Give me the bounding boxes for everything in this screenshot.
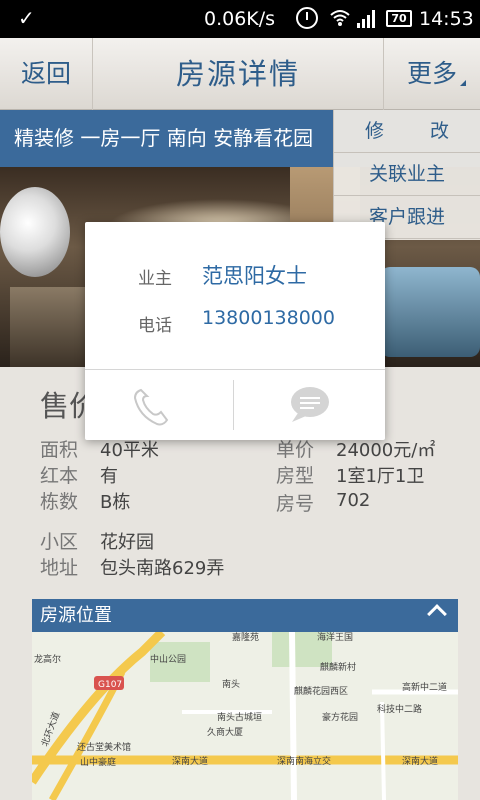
back-button[interactable]: 返回 — [0, 38, 93, 110]
address-label: 地址 — [40, 557, 79, 579]
phone-icon — [133, 388, 169, 426]
phone-number: 13800138000 — [202, 307, 335, 329]
location-map[interactable]: G107 嘉隆苑 海洋王国 中山公园 麒麟新村 南头 麒麟花园西区 高新中二道 … — [32, 632, 458, 800]
call-button[interactable] — [85, 370, 233, 440]
map-label-shennan-avenue: 深南大道 — [172, 755, 208, 767]
menu-item-edit[interactable]: 修 改 — [334, 110, 480, 153]
map-label-shennan-nanhai: 深南南海立交 — [277, 755, 331, 767]
status-bar: ✓ 0.06K/s 70 14:53 — [0, 0, 480, 38]
layout-label: 房型 — [276, 465, 315, 487]
chevron-up-icon[interactable] — [427, 604, 447, 624]
map-label-jiushang: 久商大厦 — [207, 726, 243, 738]
contact-popup: 业主 范思阳女士 电话 13800138000 — [85, 222, 385, 440]
building-value: B栋 — [100, 492, 131, 513]
more-menu: 修 改 关联业主 客户跟进 — [333, 110, 480, 240]
map-label-haofang: 豪方花园 — [322, 711, 358, 723]
photo-decor-chair — [380, 267, 480, 357]
map-label-gaoxin-road: 高新中二道 — [402, 681, 447, 693]
clock: 14:53 — [419, 8, 474, 30]
battery-icon: 70 — [386, 10, 412, 27]
photo-decor-lamp — [0, 187, 70, 277]
red-book-label: 红本 — [40, 465, 79, 487]
title-bar: 返回 房源详情 更多 — [0, 38, 480, 110]
map-label-ancient-wall: 南头古城垣 — [217, 711, 262, 723]
map-label-jialongyuan: 嘉隆苑 — [232, 632, 259, 643]
menu-item-link-owner[interactable]: 关联业主 — [334, 153, 480, 196]
signal-icon — [357, 10, 375, 28]
map-label-art-museum: 还古堂美术馆 — [77, 741, 131, 753]
map-label-shanzhong: 山中豪庭 — [80, 756, 116, 768]
owner-label: 业主 — [138, 269, 172, 289]
map-canvas: G107 嘉隆苑 海洋王国 中山公园 麒麟新村 南头 麒麟花园西区 高新中二道 … — [32, 632, 458, 800]
map-label-golf: 龙高尔 — [34, 653, 61, 665]
map-label-nantou: 南头 — [222, 678, 240, 690]
dropdown-triangle-icon — [460, 80, 466, 86]
layout-value: 1室1厅1卫 — [336, 466, 425, 487]
map-label-ocean-kingdom: 海洋王国 — [317, 632, 353, 643]
address-value: 包头南路629弄 — [100, 558, 225, 579]
more-button[interactable]: 更多 — [383, 38, 480, 110]
page-title: 房源详情 — [175, 57, 300, 91]
red-book-value: 有 — [100, 466, 118, 487]
map-label-shennan-east: 深南大道 — [402, 755, 438, 767]
community-label: 小区 — [40, 531, 79, 553]
message-button[interactable] — [234, 370, 385, 440]
map-label-road-code: G107 — [98, 680, 122, 690]
check-icon: ✓ — [18, 6, 35, 30]
room-value: 702 — [336, 490, 371, 511]
message-icon — [291, 387, 329, 422]
area-label: 面积 — [40, 439, 79, 461]
room-label: 房号 — [276, 493, 315, 515]
map-label-zhongshan-park: 中山公园 — [150, 653, 186, 665]
map-label-keji-road: 科技中二路 — [377, 703, 422, 715]
location-section-header[interactable]: 房源位置 — [32, 599, 458, 632]
phone-label: 电话 — [138, 316, 172, 336]
wifi-icon — [330, 10, 350, 26]
community-value: 花好园 — [100, 532, 154, 553]
owner-name: 范思阳女士 — [202, 264, 307, 288]
more-label: 更多 — [406, 59, 457, 88]
location-title: 房源位置 — [40, 605, 112, 626]
map-label-qilin-west: 麒麟花园西区 — [294, 685, 348, 697]
network-speed: 0.06K/s — [204, 8, 276, 30]
map-label-qilin-village: 麒麟新村 — [320, 661, 356, 673]
building-label: 栋数 — [40, 491, 79, 513]
alarm-icon — [296, 7, 318, 29]
